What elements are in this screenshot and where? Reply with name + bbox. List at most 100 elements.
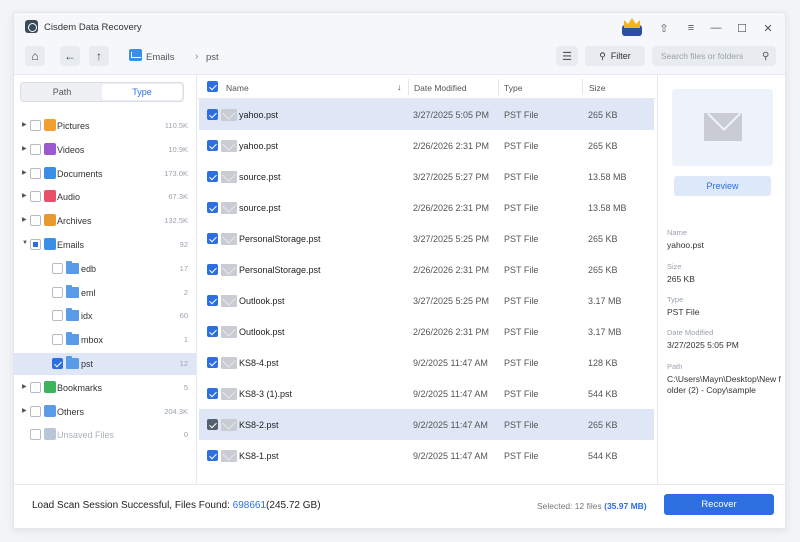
table-row[interactable]: KS8-4.pst 9/2/2025 11:47 AM PST File 128 KB	[199, 347, 654, 378]
table-row[interactable]: PersonalStorage.pst 2/26/2026 2:31 PM PST …	[199, 254, 654, 285]
sidebar-item-unsaved-files[interactable]: Unsaved Files 0	[14, 424, 196, 446]
filter-button[interactable]: ⚲ Filter	[585, 46, 645, 66]
caret-right-icon[interactable]: ▶	[22, 407, 27, 414]
email-icon	[129, 49, 142, 61]
list-view-button[interactable]: ☰	[556, 46, 578, 66]
tab-type[interactable]: Type	[102, 84, 182, 100]
maximize-icon[interactable]: ☐	[734, 20, 750, 36]
app-title: Cisdem Data Recovery	[44, 22, 142, 33]
row-checkbox[interactable]	[207, 109, 218, 120]
sidebar-item-eml[interactable]: eml 2	[14, 282, 196, 304]
column-type[interactable]: Type	[504, 83, 522, 93]
table-row[interactable]: KS8-1.pst 9/2/2025 11:47 AM PST File 544 KB	[199, 440, 654, 471]
breadcrumb-emails[interactable]: Emails	[146, 52, 175, 63]
table-row[interactable]: source.pst 3/27/2025 5:27 PM PST File 13.58…	[199, 161, 654, 192]
search-input[interactable]	[652, 46, 776, 66]
category-checkbox[interactable]	[30, 381, 41, 393]
tab-path[interactable]: Path	[22, 84, 102, 100]
file-size: 544 KB	[588, 451, 618, 461]
row-checkbox[interactable]	[207, 388, 218, 399]
recover-button[interactable]: Recover	[664, 494, 774, 515]
file-size: 265 KB	[588, 265, 618, 275]
caret-right-icon[interactable]: ▶	[22, 121, 27, 128]
row-checkbox[interactable]	[207, 419, 218, 430]
table-row[interactable]: KS8-3 (1).pst 9/2/2025 11:47 AM PST File 54…	[199, 378, 654, 409]
caret-right-icon[interactable]: ▶	[22, 145, 27, 152]
row-checkbox[interactable]	[207, 264, 218, 275]
category-checkbox[interactable]	[30, 239, 41, 250]
caret-right-icon[interactable]: ▶	[22, 383, 27, 390]
sidebar-item-audio[interactable]: ▶ Audio 67.3K	[14, 186, 196, 208]
select-all-checkbox[interactable]	[207, 81, 218, 92]
search-icon[interactable]: ⚲	[762, 51, 769, 62]
sidebar-item-videos[interactable]: ▶ Videos 10.9K	[14, 139, 196, 161]
table-row[interactable]: PersonalStorage.pst 3/27/2025 5:25 PM PST …	[199, 223, 654, 254]
category-checkbox[interactable]	[30, 167, 41, 179]
category-checkbox[interactable]	[52, 286, 63, 298]
row-checkbox[interactable]	[207, 140, 218, 151]
export-icon[interactable]: ⇧	[656, 20, 672, 36]
menu-icon[interactable]: ≡	[683, 20, 699, 36]
sort-descending-icon[interactable]: ↓	[397, 82, 402, 92]
back-button[interactable]: ←	[60, 46, 80, 66]
category-checkbox[interactable]	[30, 191, 41, 203]
caret-right-icon[interactable]: ▶	[22, 169, 27, 176]
row-checkbox[interactable]	[207, 171, 218, 182]
sidebar-item-pst[interactable]: pst 12	[14, 353, 196, 375]
column-date-modified[interactable]: Date Modified	[414, 83, 466, 93]
category-checkbox[interactable]	[30, 429, 41, 441]
category-checkbox[interactable]	[52, 262, 63, 274]
table-row[interactable]: yahoo.pst 2/26/2026 2:31 PM PST File 265 KB	[199, 130, 654, 161]
row-checkbox[interactable]	[207, 450, 218, 461]
row-checkbox[interactable]	[207, 233, 218, 244]
item-count: 110.5K	[164, 121, 188, 130]
caret-right-icon[interactable]: ▶	[22, 192, 27, 199]
pictures-icon	[44, 119, 56, 131]
item-count: 132.5K	[164, 216, 188, 226]
category-checkbox[interactable]	[52, 334, 63, 346]
table-row[interactable]: Outlook.pst 2/26/2026 2:31 PM PST File 3.17…	[199, 316, 654, 347]
category-checkbox[interactable]	[30, 143, 41, 155]
row-checkbox[interactable]	[207, 295, 218, 306]
table-row[interactable]: source.pst 2/26/2026 2:31 PM PST File 13.58…	[199, 192, 654, 223]
column-name[interactable]: Name	[226, 83, 249, 93]
minimize-icon[interactable]: —	[708, 20, 724, 36]
filter-icon: ⚲	[599, 50, 606, 61]
upgrade-crown-icon[interactable]	[620, 16, 644, 38]
sidebar-item-pictures[interactable]: ▶ Pictures 110.5K	[14, 115, 196, 137]
sidebar-item-others[interactable]: ▶ Others 204.3K	[14, 401, 196, 423]
up-button[interactable]: ↑	[89, 46, 109, 66]
sidebar-item-idx[interactable]: idx 60	[14, 305, 196, 327]
row-checkbox[interactable]	[207, 357, 218, 368]
sidebar-item-documents[interactable]: ▶ Documents 173.0K	[14, 163, 196, 185]
category-checkbox[interactable]	[30, 405, 41, 417]
selected-size: (35.97 MB)	[604, 501, 647, 511]
category-checkbox[interactable]	[52, 358, 63, 369]
home-button[interactable]: ⌂	[25, 46, 45, 66]
table-row[interactable]: KS8-2.pst 9/2/2025 11:47 AM PST File 265 KB	[199, 409, 654, 440]
sidebar-item-bookmarks[interactable]: ▶ Bookmarks 5	[14, 377, 196, 399]
folder-icon	[66, 308, 79, 322]
column-size[interactable]: Size	[589, 83, 606, 93]
row-checkbox[interactable]	[207, 202, 218, 213]
sidebar-item-label: Pictures	[57, 121, 90, 131]
sidebar-item-archives[interactable]: ▶ Archives 132.5K	[14, 210, 196, 232]
file-name: KS8-4.pst	[239, 358, 279, 368]
caret-right-icon[interactable]: ▶	[22, 216, 27, 223]
preview-button[interactable]: Preview	[674, 176, 771, 196]
file-size: 3.17 MB	[588, 327, 622, 337]
category-checkbox[interactable]	[30, 120, 41, 131]
table-row[interactable]: Outlook.pst 3/27/2025 5:25 PM PST File 3.17…	[199, 285, 654, 316]
category-checkbox[interactable]	[30, 215, 41, 227]
table-row[interactable]: yahoo.pst 3/27/2025 5:05 PM PST File 265 KB	[199, 99, 654, 130]
breadcrumb-pst[interactable]: pst	[206, 52, 219, 63]
close-icon[interactable]: ✕	[760, 20, 776, 36]
item-count: 204.3K	[164, 406, 188, 416]
sidebar-item-emails[interactable]: ▼ Emails 92	[14, 234, 196, 256]
category-checkbox[interactable]	[52, 310, 63, 322]
sidebar-item-mbox[interactable]: mbox 1	[14, 329, 196, 351]
caret-down-icon[interactable]: ▼	[22, 240, 28, 246]
sidebar-item-edb[interactable]: edb 17	[14, 258, 196, 280]
row-checkbox[interactable]	[207, 326, 218, 337]
file-name: Outlook.pst	[239, 327, 285, 337]
